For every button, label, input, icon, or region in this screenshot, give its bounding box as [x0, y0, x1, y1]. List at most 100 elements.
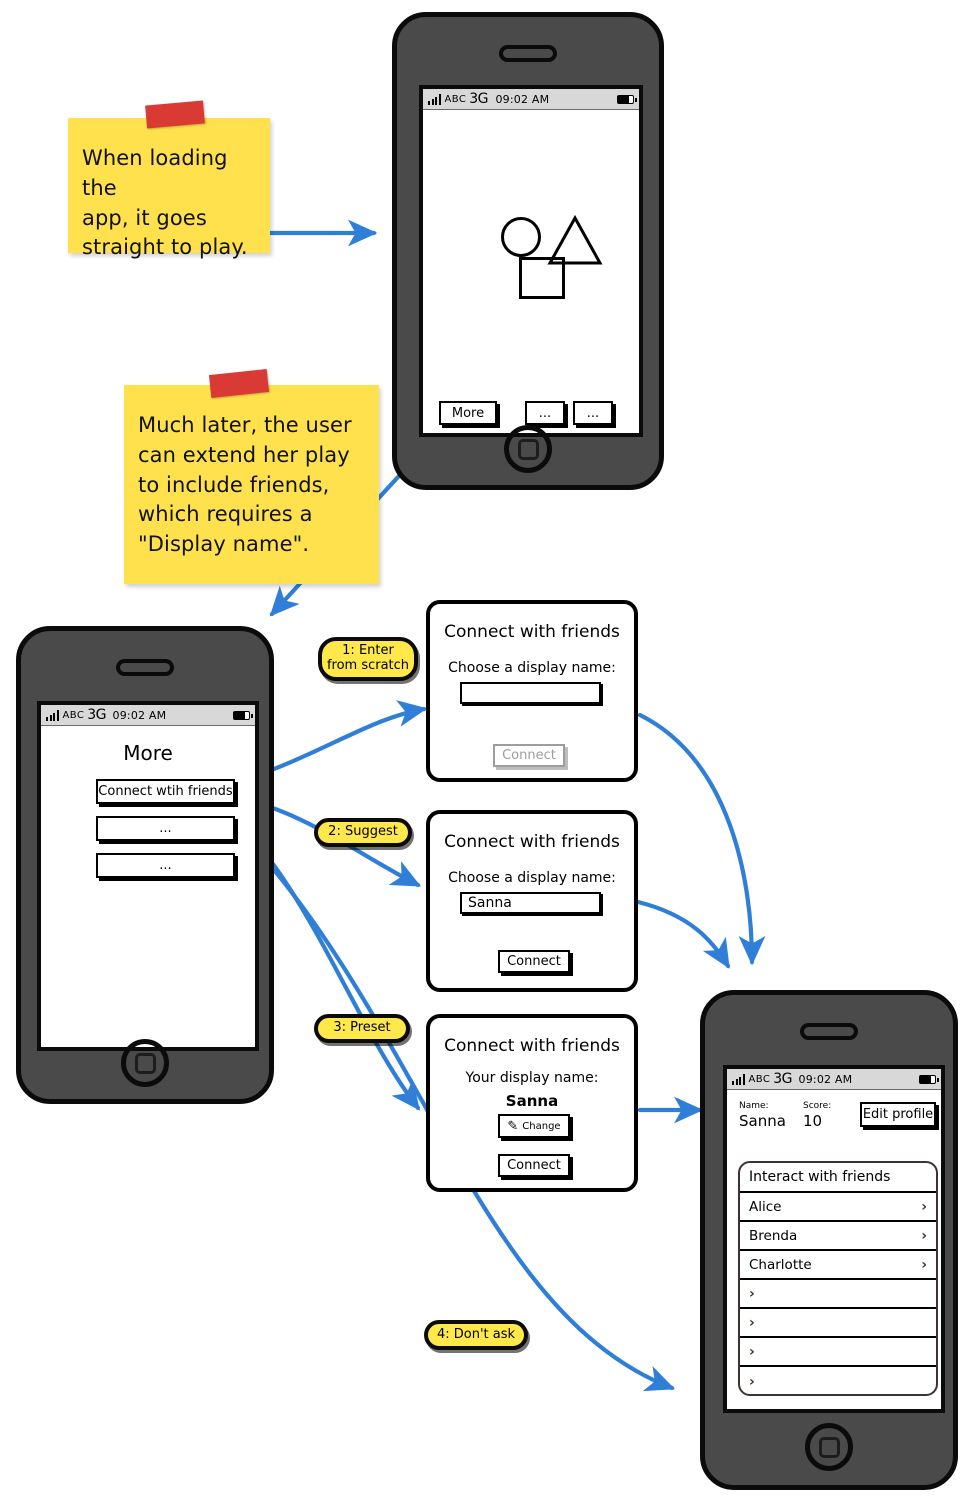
more-button-label: More	[451, 405, 485, 421]
phone-play: ABC 3G 09:02 AM More ... ...	[392, 12, 664, 490]
pill-1-line1: 1: Enter	[342, 643, 394, 659]
list-item[interactable]: Brenda ›	[740, 1222, 936, 1251]
signal-bars-icon	[732, 1073, 745, 1085]
home-button-3[interactable]	[805, 1423, 853, 1471]
connect-button-disabled-label: Connect	[502, 748, 556, 763]
carrier-label: ABC	[444, 93, 467, 105]
profile-screen: ABC 3G 09:02 AM Name: Sanna Score: 10 Ed…	[723, 1065, 945, 1413]
list-header: Interact with friends	[740, 1163, 936, 1193]
placeholder-button-1-label: ...	[538, 405, 552, 421]
more-screen-title: More	[123, 741, 173, 765]
chevron-right-icon: ›	[749, 1343, 755, 1360]
list-item-empty[interactable]: ›	[740, 1338, 936, 1367]
pencil-icon: ✎	[507, 1118, 519, 1134]
network-label: 3G	[87, 707, 106, 723]
play-screen: ABC 3G 09:02 AM More ... ...	[419, 85, 643, 437]
change-name-button[interactable]: ✎ Change	[498, 1114, 570, 1138]
connect-button-suggest-label: Connect	[507, 954, 561, 969]
home-button-2[interactable]	[121, 1039, 169, 1087]
more-button[interactable]: More	[439, 401, 497, 425]
phone-speaker-icon	[499, 45, 557, 62]
sticky-note-much-later-text: Much later, the user can extend her play…	[138, 413, 352, 557]
pill-2-line1: 2: Suggest	[328, 824, 398, 840]
carrier-label: ABC	[748, 1073, 771, 1085]
status-bar-2: ABC 3G 09:02 AM	[41, 705, 255, 726]
sticky-note-loading: When loading the app, it goes straight t…	[68, 118, 270, 259]
battery-icon	[233, 710, 253, 720]
display-name-input-suggested[interactable]: Sanna	[460, 892, 601, 914]
card2-subtitle: Choose a display name:	[448, 870, 616, 886]
chevron-right-icon: ›	[921, 1256, 927, 1273]
pill-3-preset: 3: Preset	[314, 1014, 410, 1043]
profile-name-label: Name:	[739, 1101, 769, 1111]
edit-profile-label: Edit profile	[862, 1107, 934, 1122]
more-placeholder-2-label: ...	[159, 858, 172, 873]
chevron-right-icon: ›	[749, 1373, 755, 1390]
card3-subtitle: Your display name:	[465, 1070, 599, 1086]
network-label: 3G	[469, 91, 488, 107]
card3-display-name: Sanna	[505, 1092, 559, 1110]
placeholder-button-1[interactable]: ...	[525, 401, 565, 425]
display-name-input-empty[interactable]	[460, 682, 601, 704]
placeholder-button-2-label: ...	[586, 405, 600, 421]
edit-profile-button[interactable]: Edit profile	[860, 1102, 936, 1127]
card-suggest: Connect with friends Choose a display na…	[426, 810, 638, 992]
card-enter-from-scratch: Connect with friends Choose a display na…	[426, 600, 638, 782]
phone-speaker-icon-2	[116, 659, 174, 676]
more-screen: ABC 3G 09:02 AM More Connect wtih friend…	[37, 701, 259, 1051]
profile-score-block: Score: 10	[803, 1101, 831, 1130]
card-preset: Connect with friends Your display name: …	[426, 1014, 638, 1192]
more-placeholder-1[interactable]: ...	[96, 816, 235, 841]
friend-name: Alice	[749, 1198, 782, 1215]
list-item-empty[interactable]: ›	[740, 1309, 936, 1338]
phone-profile: ABC 3G 09:02 AM Name: Sanna Score: 10 Ed…	[700, 990, 958, 1490]
list-item-empty[interactable]: ›	[740, 1367, 936, 1394]
signal-bars-icon	[46, 709, 59, 721]
connect-button-preset[interactable]: Connect	[498, 1154, 570, 1177]
friend-name: Charlotte	[749, 1256, 812, 1273]
card1-subtitle: Choose a display name:	[448, 660, 616, 676]
list-header-label: Interact with friends	[749, 1169, 891, 1185]
chevron-right-icon: ›	[921, 1227, 927, 1244]
carrier-label: ABC	[62, 709, 85, 721]
connect-button-preset-label: Connect	[507, 1158, 561, 1173]
list-item[interactable]: Alice ›	[740, 1193, 936, 1222]
sticky-note-loading-text: When loading the app, it goes straight t…	[82, 146, 248, 260]
square-shape	[519, 257, 565, 299]
home-button[interactable]	[504, 425, 552, 473]
more-placeholder-2[interactable]: ...	[96, 853, 235, 878]
change-name-button-label: Change	[522, 1120, 561, 1132]
interact-with-friends-list: Interact with friends Alice › Brenda › C…	[738, 1161, 938, 1396]
status-time: 09:02 AM	[495, 92, 550, 106]
profile-name-value: Sanna	[739, 1112, 786, 1130]
placeholder-button-2[interactable]: ...	[573, 401, 613, 425]
chevron-right-icon: ›	[749, 1285, 755, 1302]
profile-score-label: Score:	[803, 1101, 832, 1111]
pill-1-line2: from scratch	[326, 658, 410, 673]
phone-speaker-icon-3	[800, 1023, 858, 1040]
friend-name: Brenda	[749, 1227, 798, 1244]
status-bar: ABC 3G 09:02 AM	[423, 89, 639, 110]
chevron-right-icon: ›	[921, 1198, 927, 1215]
pill-4-line1: 4: Don't ask	[436, 1326, 516, 1342]
connect-with-friends-label: Connect wtih friends	[98, 784, 233, 799]
status-time: 09:02 AM	[798, 1072, 853, 1086]
more-placeholder-1-label: ...	[159, 821, 172, 836]
connect-button-suggest[interactable]: Connect	[498, 950, 570, 973]
list-item[interactable]: Charlotte ›	[740, 1251, 936, 1280]
status-time: 09:02 AM	[112, 708, 167, 722]
phone-more: ABC 3G 09:02 AM More Connect wtih friend…	[16, 626, 274, 1104]
chevron-right-icon: ›	[749, 1314, 755, 1331]
card2-title: Connect with friends	[444, 832, 620, 852]
connect-with-friends-button[interactable]: Connect wtih friends	[96, 779, 235, 804]
status-bar-3: ABC 3G 09:02 AM	[727, 1069, 941, 1090]
pill-4-dont-ask: 4: Don't ask	[424, 1320, 528, 1350]
battery-icon	[919, 1074, 939, 1084]
list-item-empty[interactable]: ›	[740, 1280, 936, 1309]
signal-bars-icon	[428, 93, 441, 105]
card3-title: Connect with friends	[444, 1036, 620, 1056]
pill-1-enter-from-scratch: 1: Enter from scratch	[318, 637, 418, 681]
card1-title: Connect with friends	[444, 622, 620, 642]
display-name-input-suggested-value: Sanna	[468, 895, 512, 911]
connect-button-disabled[interactable]: Connect	[493, 744, 565, 767]
